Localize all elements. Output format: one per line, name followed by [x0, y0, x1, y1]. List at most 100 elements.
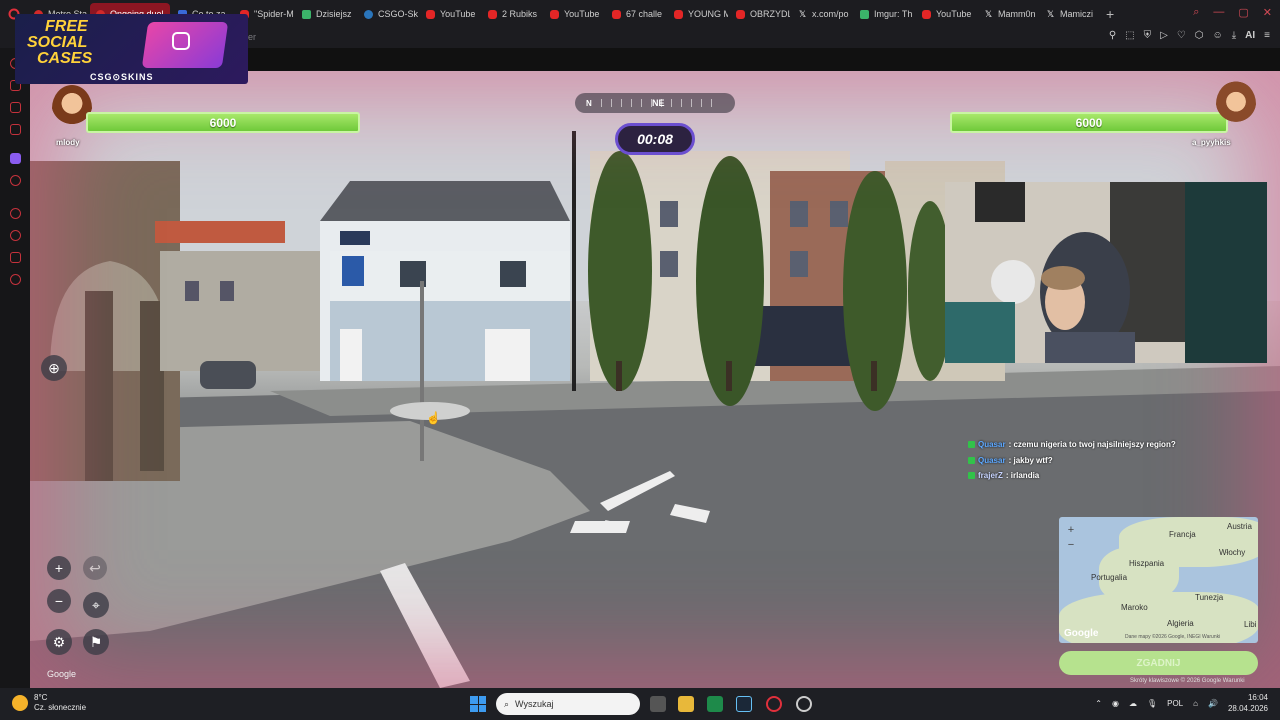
compass: N NE [575, 93, 735, 113]
x-logo-icon: 𝕏 [1046, 8, 1055, 19]
youtube-icon [426, 9, 435, 19]
map-zoom-in-button[interactable]: + [1064, 523, 1078, 538]
sidebar-extensions-icon[interactable] [10, 252, 21, 263]
app-icon[interactable] [796, 696, 812, 712]
sidebar-twitch-icon[interactable] [10, 153, 21, 164]
chat-text: : irlandia [1005, 471, 1040, 480]
browser-tab[interactable]: 𝕏 Mamm0n [978, 3, 1038, 25]
browser-tab-label: Mamiczi [1060, 9, 1093, 19]
map-label: Austria [1227, 522, 1252, 531]
tray-app-icon[interactable]: ◉ [1112, 699, 1119, 708]
play-icon[interactable]: ▷ [1160, 30, 1168, 41]
taskbar-search[interactable]: ⌕ Wyszukaj [496, 693, 640, 715]
browser-tab-label: YouTube [564, 9, 600, 19]
sidebar-mail-icon[interactable] [10, 124, 21, 135]
sidebar-history-icon[interactable] [10, 230, 21, 241]
promo-banner[interactable]: FREE SOCIAL CASES CSG⊙SKINS [15, 14, 248, 84]
browser-tab[interactable]: YouTube [544, 3, 604, 25]
right-player-health-bar: 6000 [950, 112, 1228, 133]
map-footer: Dane mapy ©2026 Google, INEGI Warunki [1125, 634, 1221, 640]
browser-tab[interactable]: OBRZYDL [730, 3, 790, 25]
left-player-name: mlody [56, 138, 80, 147]
download-icon[interactable]: ⤓ [1232, 30, 1236, 41]
shield-icon[interactable]: ⛨ [1144, 30, 1152, 41]
undo-move-button[interactable]: ↩ [83, 556, 107, 580]
browser-tab[interactable]: 𝕏x.com/po [792, 3, 852, 25]
browser-tab-label: Mamm0n [998, 9, 1036, 19]
browser-tab[interactable]: 67 challe [606, 3, 666, 25]
browser-tab-label: 67 challe [626, 9, 663, 19]
sidebar-settings-icon[interactable] [10, 274, 21, 285]
excel-icon[interactable] [707, 696, 723, 712]
map-google-logo: Google [1064, 628, 1099, 639]
zoom-in-button[interactable]: + [47, 556, 71, 580]
opera-gx-icon[interactable] [766, 696, 782, 712]
browser-tab[interactable]: CSGO-Sk [358, 3, 418, 25]
minimize-button[interactable]: — [1213, 6, 1224, 19]
network-icon[interactable]: ⌂ [1193, 699, 1198, 708]
right-player-score: 6000 [1075, 115, 1103, 130]
maximize-button[interactable]: ▢ [1238, 6, 1248, 19]
browser-tab[interactable]: YOUNG M [668, 3, 728, 25]
weather-widget[interactable]: 8°C Cz. słonecznie [12, 693, 86, 713]
round-timer: 00:08 [615, 123, 695, 155]
report-flag-icon[interactable]: ⚑ [83, 629, 109, 655]
file-explorer-icon[interactable] [678, 696, 694, 712]
settings-gear-icon[interactable]: ⚙ [46, 629, 72, 655]
x-logo-icon: 𝕏 [798, 8, 807, 19]
weather-sun-icon [12, 695, 28, 711]
tray-overflow-icon[interactable]: ⌃ [1095, 699, 1102, 708]
weather-description: Cz. słonecznie [34, 703, 87, 712]
steam-icon [364, 9, 373, 19]
microphone-icon[interactable]: 🎙 [1147, 699, 1157, 708]
extensions-icon[interactable]: ⬡ [1195, 30, 1204, 41]
clock-date: 28.04.2026 [1227, 704, 1268, 713]
zoom-out-button[interactable]: − [47, 589, 71, 613]
guess-button[interactable]: ZGADNIJ [1059, 651, 1258, 675]
menu-icon[interactable]: ≡ [1264, 30, 1270, 41]
youtube-icon [922, 9, 931, 19]
start-button-icon[interactable] [470, 696, 486, 712]
new-tab-button[interactable]: + [1106, 6, 1114, 22]
map-zoom-out-button[interactable]: − [1064, 538, 1078, 553]
sidebar-whatsapp-icon[interactable] [10, 102, 21, 113]
close-button[interactable]: ✕ [1263, 6, 1272, 19]
chat-text: : jakby wtf? [1008, 456, 1053, 465]
profile-icon[interactable]: ☺ [1213, 30, 1223, 41]
url-text[interactable]: er [248, 32, 256, 42]
img-icon [860, 9, 869, 19]
compass-reset-icon[interactable]: ⊕ [41, 355, 67, 381]
browser-tab[interactable]: 𝕏 Mamiczi [1040, 3, 1100, 25]
youtube-icon [550, 9, 559, 19]
browser-tab[interactable]: YouTube [420, 3, 480, 25]
steam-icon[interactable] [736, 696, 752, 712]
guess-map[interactable]: + − Francja Austria Włochy Hiszpania Por… [1059, 517, 1258, 643]
clock[interactable]: 16:04 28.04.2026 [1228, 692, 1268, 714]
sidebar-music-icon[interactable] [10, 175, 21, 186]
browser-tab[interactable]: Imgur: Th [854, 3, 914, 25]
return-to-start-icon[interactable]: ⌖ [83, 592, 109, 618]
tray-volume-mixer-icon[interactable]: ☁ [1129, 699, 1137, 708]
pin-icon[interactable]: ⚲ [1109, 30, 1116, 41]
map-label: Tunezja [1195, 593, 1224, 602]
volume-icon[interactable]: 🔊 [1208, 699, 1218, 708]
sidebar-player-icon[interactable] [10, 208, 21, 219]
snapshot-icon[interactable]: ⬚ [1125, 30, 1134, 41]
search-placeholder: Wyszukaj [515, 699, 554, 709]
youtube-icon [488, 9, 497, 19]
browser-tab[interactable]: Dzisiejsz [296, 3, 356, 25]
browser-tab[interactable]: YouTube [916, 3, 976, 25]
streamer-webcam [945, 182, 1267, 363]
right-player-avatar [1216, 81, 1256, 127]
language-indicator[interactable]: POL [1167, 699, 1183, 708]
task-view-icon[interactable] [650, 696, 666, 712]
search-tabs-icon[interactable]: ⌕ [1193, 6, 1199, 19]
browser-tab[interactable]: 2 Rubiks [482, 3, 542, 25]
youtube-icon [612, 9, 621, 19]
moderator-badge-icon [968, 441, 975, 448]
street-view-panorama[interactable]: 6000 mlody 6000 a_pyyhkis N NE 00:08 Qua… [30, 71, 1280, 688]
google-watermark: Google [47, 669, 77, 679]
ai-button[interactable]: AI [1245, 30, 1255, 41]
map-label: Portugalia [1091, 573, 1128, 582]
heart-icon[interactable]: ♡ [1177, 30, 1186, 41]
